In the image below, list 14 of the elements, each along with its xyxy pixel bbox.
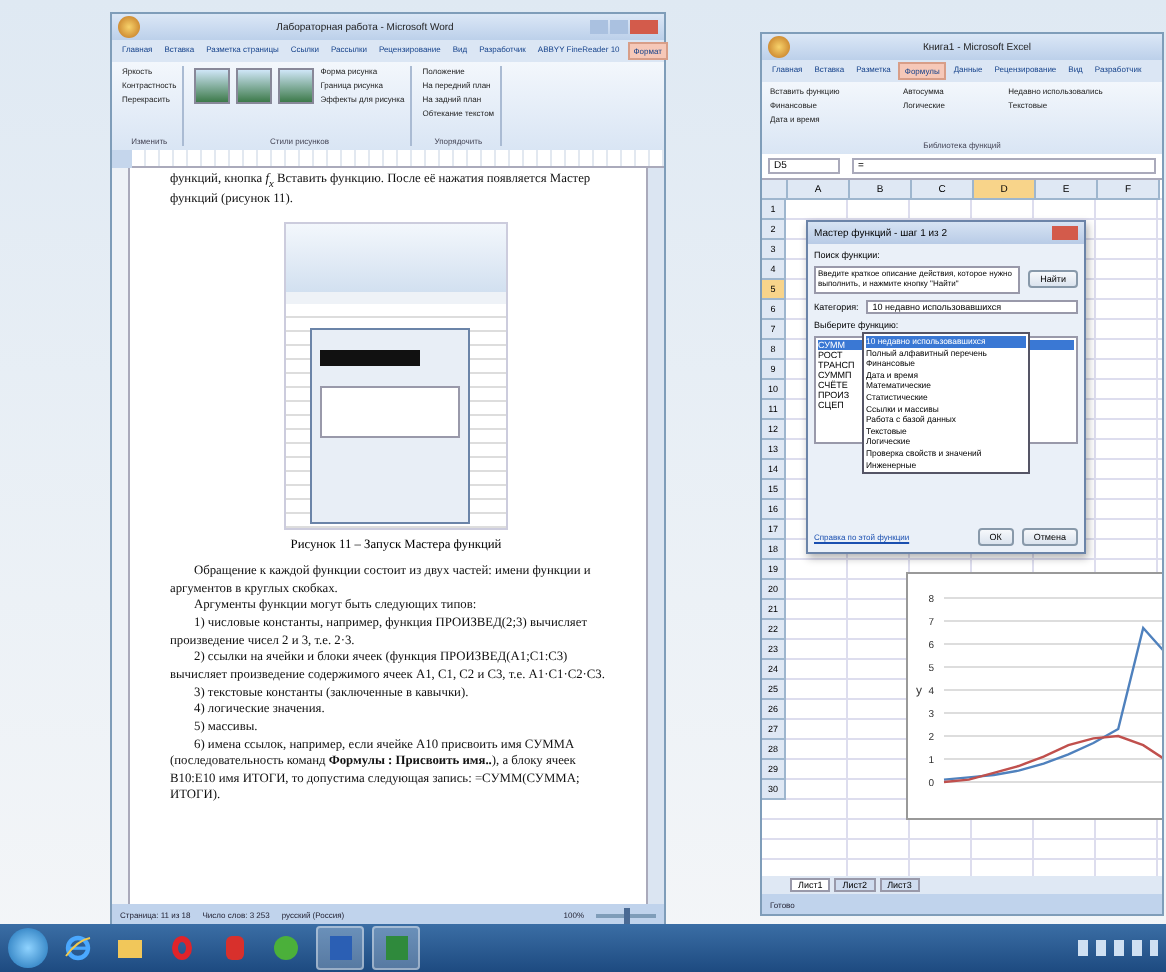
picture-style-icon[interactable] [194, 67, 231, 103]
office-button[interactable] [118, 16, 140, 38]
word-icon[interactable] [316, 926, 364, 970]
office-button[interactable] [768, 36, 790, 58]
picture-style-icon[interactable] [278, 67, 315, 103]
browser-icon[interactable] [64, 934, 92, 962]
scrollbar[interactable] [646, 168, 664, 904]
select-all-button[interactable] [762, 180, 788, 200]
excel-icon[interactable] [372, 926, 420, 970]
start-button[interactable] [8, 928, 48, 968]
picture-style-icon[interactable] [236, 67, 273, 103]
system-tray-icon[interactable] [1078, 940, 1158, 956]
zoom-slider-thumb[interactable] [624, 907, 630, 923]
window-controls-icon[interactable] [590, 20, 658, 34]
